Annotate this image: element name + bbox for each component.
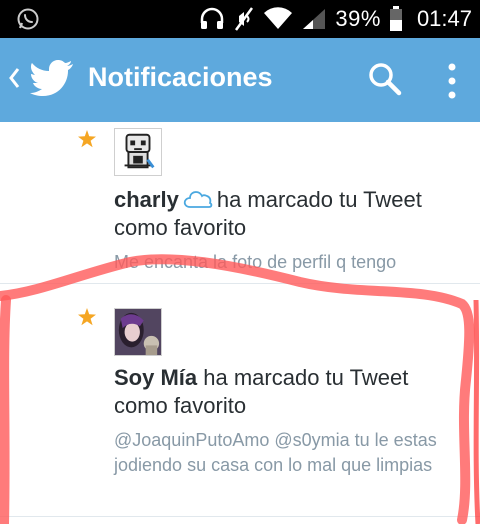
wifi-icon <box>264 7 293 29</box>
battery-percent: 39% <box>335 6 381 31</box>
clock: 01:47 <box>416 6 472 31</box>
cloud-icon <box>183 191 213 208</box>
twitter-bird-icon[interactable] <box>30 60 74 96</box>
notification-text: charly ha marcado tu Tweet como favorito <box>114 186 454 242</box>
user-name[interactable]: charly <box>114 187 179 212</box>
notification-text: Soy Mía ha marcado tu Tweet como favorit… <box>114 364 454 420</box>
signal-icon <box>303 9 326 29</box>
overflow-menu-icon[interactable] <box>444 62 460 100</box>
status-bar: 39% 01:47 <box>0 0 480 38</box>
notification-item[interactable]: Soy Mía ha marcado tu Tweet como favorit… <box>0 284 480 514</box>
avatar[interactable] <box>114 128 162 176</box>
star-icon <box>78 308 96 326</box>
user-name[interactable]: Soy Mía <box>114 365 197 390</box>
search-icon[interactable] <box>368 62 402 96</box>
battery-icon <box>389 6 402 31</box>
tweet-text[interactable]: Me encanta la foto de perfil q tengo <box>114 250 459 275</box>
whatsapp-icon <box>17 8 39 30</box>
action-bar: Notificaciones <box>0 38 480 122</box>
back-icon[interactable] <box>8 66 20 90</box>
headphones-icon <box>201 7 224 29</box>
divider <box>0 516 480 517</box>
page-title: Notificaciones <box>88 62 273 92</box>
notification-item[interactable]: charly ha marcado tu Tweet como favorito … <box>0 122 480 282</box>
star-icon <box>78 130 96 148</box>
tweet-text[interactable]: @JoaquinPutoAmo @s0ymia tu le estas jodi… <box>114 428 459 478</box>
avatar[interactable] <box>114 308 162 356</box>
mute-icon <box>235 7 254 31</box>
